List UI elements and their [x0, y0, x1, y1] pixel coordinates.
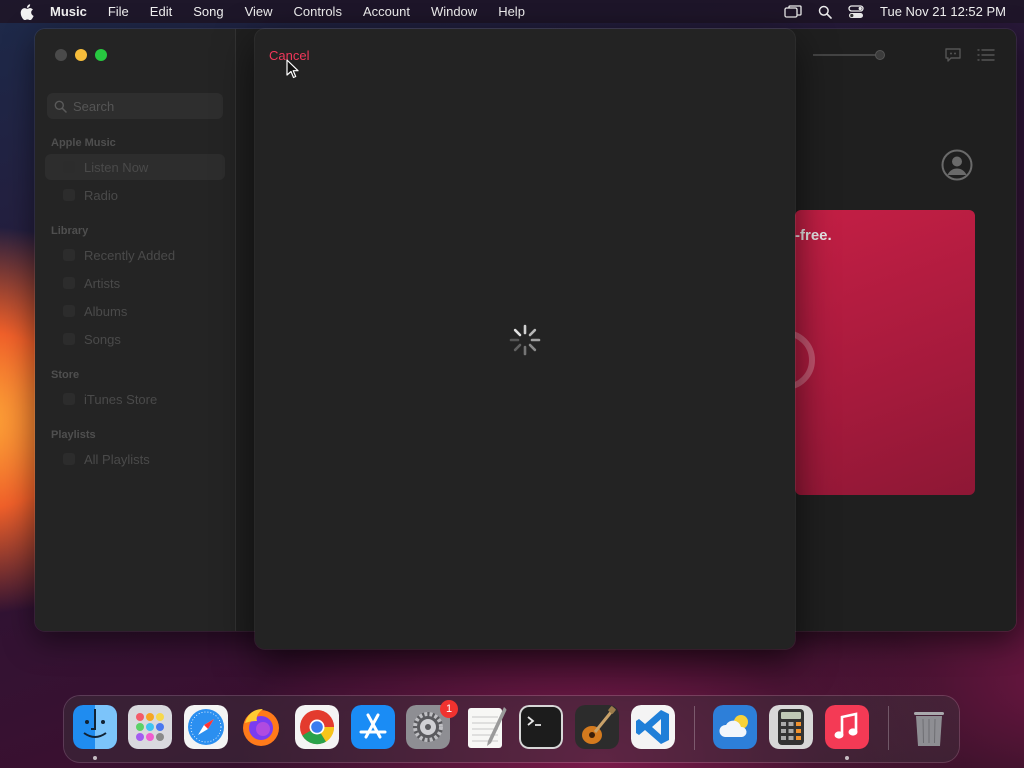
dock-terminal[interactable] [519, 705, 563, 749]
sidebar-item-albums[interactable]: Albums [45, 298, 225, 324]
menu-view[interactable]: View [245, 4, 273, 19]
volume-knob[interactable] [875, 50, 885, 60]
dock: 1 [64, 696, 959, 762]
control-center-icon[interactable] [848, 4, 864, 19]
dock-chrome[interactable] [295, 705, 339, 749]
music-running-indicator [845, 756, 849, 760]
menu-bar-clock[interactable]: Tue Nov 21 12:52 PM [880, 4, 1006, 19]
calculator-icon [769, 705, 813, 749]
dock-music[interactable] [825, 705, 869, 749]
albums-icon [63, 305, 75, 317]
screen-mirroring-icon[interactable] [784, 4, 802, 19]
safari-icon [184, 705, 228, 749]
apple-music-promo-card[interactable]: -free. [795, 210, 975, 495]
sidebar-item-label: Listen Now [84, 159, 149, 175]
sidebar-item-label: Radio [84, 187, 118, 203]
dock-calculator[interactable] [769, 705, 813, 749]
search-input[interactable] [71, 97, 215, 115]
menu-account[interactable]: Account [363, 4, 410, 19]
menu-song[interactable]: Song [193, 4, 223, 19]
minimize-window-button[interactable] [75, 49, 87, 61]
dock-finder[interactable] [73, 705, 117, 749]
dock-safari[interactable] [184, 705, 228, 749]
menu-bar: Music File Edit Song View Controls Accou… [0, 0, 1024, 23]
chrome-icon [295, 705, 339, 749]
menu-window[interactable]: Window [431, 4, 477, 19]
dock-app-store[interactable] [351, 705, 395, 749]
textedit-icon [468, 707, 507, 748]
sidebar-item-itunes-store[interactable]: iTunes Store [45, 386, 225, 412]
vscode-icon [631, 705, 675, 749]
dock-textedit[interactable] [464, 705, 508, 749]
dock-weather[interactable] [713, 705, 757, 749]
terminal-icon [519, 705, 563, 749]
firefox-icon [243, 709, 279, 746]
sidebar-item-recently-added[interactable]: Recently Added [45, 242, 225, 268]
section-playlists: Playlists [51, 429, 96, 441]
sidebar-item-songs[interactable]: Songs [45, 326, 225, 352]
loading-sheet: Cancel [255, 29, 795, 649]
sidebar-search[interactable] [47, 93, 223, 119]
sidebar-item-radio[interactable]: Radio [45, 182, 225, 208]
section-library: Library [51, 225, 89, 237]
queue-list-icon[interactable] [977, 47, 995, 63]
app-store-icon [351, 705, 395, 749]
garageband-guitar-icon [575, 705, 619, 749]
sidebar-item-label: iTunes Store [84, 391, 158, 407]
dock-separator [694, 706, 695, 750]
sidebar-item-label: All Playlists [84, 451, 150, 467]
sidebar-item-label: Songs [84, 331, 121, 347]
menu-edit[interactable]: Edit [150, 4, 172, 19]
star-icon [63, 393, 75, 405]
account-avatar-icon[interactable] [941, 149, 973, 181]
menu-file[interactable]: File [108, 4, 129, 19]
sidebar-item-artists[interactable]: Artists [45, 270, 225, 296]
sidebar-item-label: Recently Added [84, 247, 176, 263]
notification-badge: 1 [440, 700, 458, 718]
finder-running-indicator [93, 756, 97, 760]
promo-text: -free. [795, 227, 832, 244]
loading-spinner-icon [509, 324, 541, 356]
songs-icon [63, 333, 75, 345]
sidebar: Apple Music Listen Now Radio Library Rec… [35, 29, 236, 631]
dock-trash[interactable] [907, 705, 951, 749]
music-note-icon [825, 705, 869, 749]
trash-icon [914, 712, 944, 746]
sidebar-item-listen-now[interactable]: Listen Now [45, 154, 225, 180]
listen-now-icon [63, 161, 75, 173]
launchpad-icon [128, 705, 172, 749]
zoom-window-button[interactable] [95, 49, 107, 61]
dock-firefox[interactable] [239, 705, 283, 749]
playlists-grid-icon [63, 453, 75, 465]
section-apple-music: Apple Music [51, 137, 116, 149]
mouse-cursor-icon [286, 59, 299, 79]
weather-cloud-sun-icon [713, 705, 757, 749]
dock-launchpad[interactable] [128, 705, 172, 749]
menu-controls[interactable]: Controls [294, 4, 342, 19]
dock-separator [888, 706, 889, 750]
sidebar-item-label: Artists [84, 275, 121, 291]
volume-slider[interactable] [813, 50, 913, 60]
search-icon [54, 100, 67, 113]
menu-help[interactable]: Help [498, 4, 525, 19]
finder-icon [73, 705, 117, 749]
lyrics-icon[interactable] [944, 47, 962, 63]
menu-app-music[interactable]: Music [50, 4, 87, 19]
apple-menu-icon[interactable] [18, 3, 36, 20]
window-controls [55, 49, 107, 61]
artists-icon [63, 277, 75, 289]
sidebar-item-all-playlists[interactable]: All Playlists [45, 446, 225, 472]
sidebar-item-label: Albums [84, 303, 128, 319]
recently-added-icon [63, 249, 75, 261]
promo-logo [795, 330, 815, 390]
close-window-button[interactable] [55, 49, 67, 61]
section-store: Store [51, 369, 80, 381]
radio-icon [63, 189, 75, 201]
spotlight-search-icon[interactable] [818, 5, 832, 19]
dock-garageband[interactable] [575, 705, 619, 749]
volume-track [813, 54, 883, 56]
dock-vscode[interactable] [631, 705, 675, 749]
